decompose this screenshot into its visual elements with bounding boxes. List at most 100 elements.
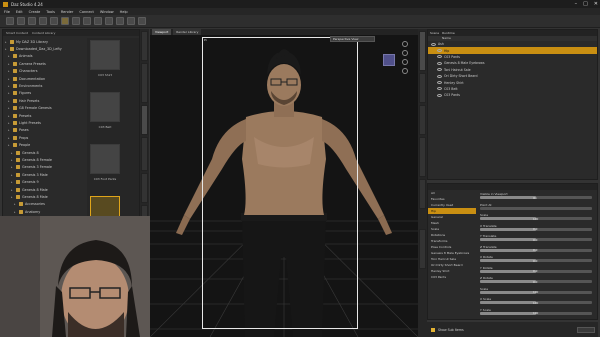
menu-render[interactable]: Render	[61, 10, 73, 14]
menu-connect[interactable]: Connect	[79, 10, 93, 14]
view-select[interactable]: Perspective View	[330, 36, 375, 42]
visibility-eye-icon[interactable]	[437, 74, 442, 78]
menu-tools[interactable]: Tools	[46, 10, 55, 14]
tree-item[interactable]: ▸ Camera Presets	[5, 60, 83, 67]
tab-smart-content[interactable]: Smart Content	[6, 31, 28, 35]
tree-item[interactable]: ▸ Genesis 8 Male	[5, 186, 83, 193]
parameter-slider[interactable]: X Translate 0.0	[478, 224, 597, 233]
view-cube[interactable]	[383, 54, 395, 66]
content-thumbnail[interactable]	[90, 92, 120, 122]
parameter-slider[interactable]: Point At	[478, 203, 597, 212]
visibility-eye-icon[interactable]	[437, 81, 442, 85]
tree-item[interactable]: ▸ Animals	[5, 53, 83, 60]
parameter-slider[interactable]: Y Translate 0.0	[478, 234, 597, 243]
translate-tool-icon[interactable]	[72, 17, 80, 25]
expand-arrow-icon[interactable]: ▸	[5, 47, 8, 51]
minimize-button[interactable]: –	[575, 1, 578, 7]
expand-arrow-icon[interactable]: ▸	[8, 69, 11, 73]
menu-file[interactable]: File	[4, 10, 10, 14]
tree-item[interactable]: ▸ Genesis 8 Female	[5, 156, 83, 163]
parameter-value[interactable]: 100	[533, 301, 538, 305]
tree-item[interactable]: ▸ G8 Female Genesis	[5, 105, 83, 112]
parameter-slider[interactable]: Scale 100	[478, 287, 597, 296]
expand-arrow-icon[interactable]: ▸	[5, 40, 8, 44]
expand-arrow-icon[interactable]: ▸	[8, 106, 11, 110]
tab-scene[interactable]: Scene	[430, 31, 439, 35]
zoom-icon[interactable]	[402, 59, 408, 65]
side-tab[interactable]	[141, 105, 148, 135]
parameter-value[interactable]: 0.0	[533, 227, 537, 231]
tree-item[interactable]: ▸ Accessories	[5, 201, 83, 208]
parameter-value[interactable]: 0.0	[533, 269, 537, 273]
tree-item[interactable]: ▸ Light Presets	[5, 119, 83, 126]
tree-item[interactable]: ▸ Genesis 9	[5, 178, 83, 185]
expand-arrow-icon[interactable]: ▸	[11, 180, 14, 184]
content-thumbnail[interactable]	[90, 144, 120, 174]
expand-arrow-icon[interactable]: ▸	[8, 143, 11, 147]
parameter-slider[interactable]: Visible in Viewport On	[478, 192, 597, 201]
parameter-category[interactable]: C03 Pants	[428, 274, 476, 280]
menu-window[interactable]: Window	[100, 10, 114, 14]
expand-arrow-icon[interactable]: ▸	[11, 151, 14, 155]
parameter-value[interactable]: 100	[533, 311, 538, 315]
expand-arrow-icon[interactable]: ▸	[8, 99, 11, 103]
save-icon[interactable]	[28, 17, 36, 25]
content-thumbnail[interactable]	[90, 40, 120, 70]
maximize-button[interactable]: □	[583, 1, 588, 7]
frame-icon[interactable]	[402, 68, 408, 74]
expand-arrow-icon[interactable]: ▸	[11, 165, 14, 169]
tab-content-library[interactable]: Content Library	[32, 31, 55, 35]
side-tab[interactable]	[141, 31, 148, 61]
redo-icon[interactable]	[50, 17, 58, 25]
parameter-slider[interactable]: Z Rotate 0.0	[478, 276, 597, 285]
expand-arrow-icon[interactable]: ▸	[8, 91, 11, 95]
visibility-eye-icon[interactable]	[437, 87, 442, 91]
orbit-icon[interactable]	[402, 41, 408, 47]
tree-item[interactable]: ▸ People	[5, 141, 83, 148]
menu-edit[interactable]: Edit	[16, 10, 23, 14]
expand-arrow-icon[interactable]: ▸	[8, 84, 11, 88]
node-weight-tool-icon[interactable]	[105, 17, 113, 25]
tree-item[interactable]: ▸ Hair Presets	[5, 97, 83, 104]
universal-tool-icon[interactable]	[61, 17, 69, 25]
tree-item[interactable]: ▸ Documentation	[5, 75, 83, 82]
close-button[interactable]: ✕	[594, 1, 598, 7]
tree-item[interactable]: ▸ My DAZ 3D Library	[5, 38, 83, 45]
viewport[interactable]: Viewport Render Library Pi Perspective V…	[150, 29, 418, 337]
tree-item[interactable]: ▸ Figures	[5, 90, 83, 97]
tree-item[interactable]: ▸ Genesis 8	[5, 149, 83, 156]
expand-arrow-icon[interactable]: ▸	[11, 173, 14, 177]
expand-arrow-icon[interactable]: ▸	[8, 77, 11, 81]
tree-item[interactable]: ▸ Environments	[5, 82, 83, 89]
tab-runtime[interactable]: Runtime	[442, 31, 455, 35]
visibility-eye-icon[interactable]	[431, 42, 436, 46]
surface-tool-icon[interactable]	[116, 17, 124, 25]
menu-help[interactable]: Help	[120, 10, 128, 14]
tree-item[interactable]: ▸ Downloaded_Daz_3D_Lefty	[5, 45, 83, 52]
parameter-value[interactable]: 0.0	[533, 259, 537, 263]
side-tab[interactable]	[141, 63, 148, 103]
tree-item[interactable]: ▸ Characters	[5, 68, 83, 75]
expand-arrow-icon[interactable]: ▸	[11, 188, 14, 192]
render-icon[interactable]	[127, 17, 135, 25]
expand-arrow-icon[interactable]: ▸	[8, 114, 11, 118]
side-tab[interactable]	[141, 137, 148, 171]
tree-item[interactable]: ▸ Props	[5, 134, 83, 141]
new-scene-icon[interactable]	[6, 17, 14, 25]
expand-arrow-icon[interactable]: ▸	[14, 210, 17, 214]
parameter-slider[interactable]: X Rotate 0.0	[478, 255, 597, 264]
options-button[interactable]	[577, 326, 595, 333]
side-tab[interactable]	[419, 31, 426, 71]
tree-item[interactable]: ▸ Presets	[5, 112, 83, 119]
expand-arrow-icon[interactable]: ▸	[8, 121, 11, 125]
show-sub-items-checkbox[interactable]	[431, 327, 435, 332]
visibility-eye-icon[interactable]	[437, 55, 442, 59]
menu-create[interactable]: Create	[29, 10, 41, 14]
side-tab[interactable]	[419, 179, 426, 209]
visibility-eye-icon[interactable]	[437, 61, 442, 65]
side-tab[interactable]	[419, 229, 426, 269]
tree-item[interactable]: ▸ Anatomy	[5, 208, 83, 215]
side-tab[interactable]	[419, 73, 426, 103]
side-tab[interactable]	[419, 105, 426, 135]
expand-arrow-icon[interactable]: ▸	[8, 136, 11, 140]
